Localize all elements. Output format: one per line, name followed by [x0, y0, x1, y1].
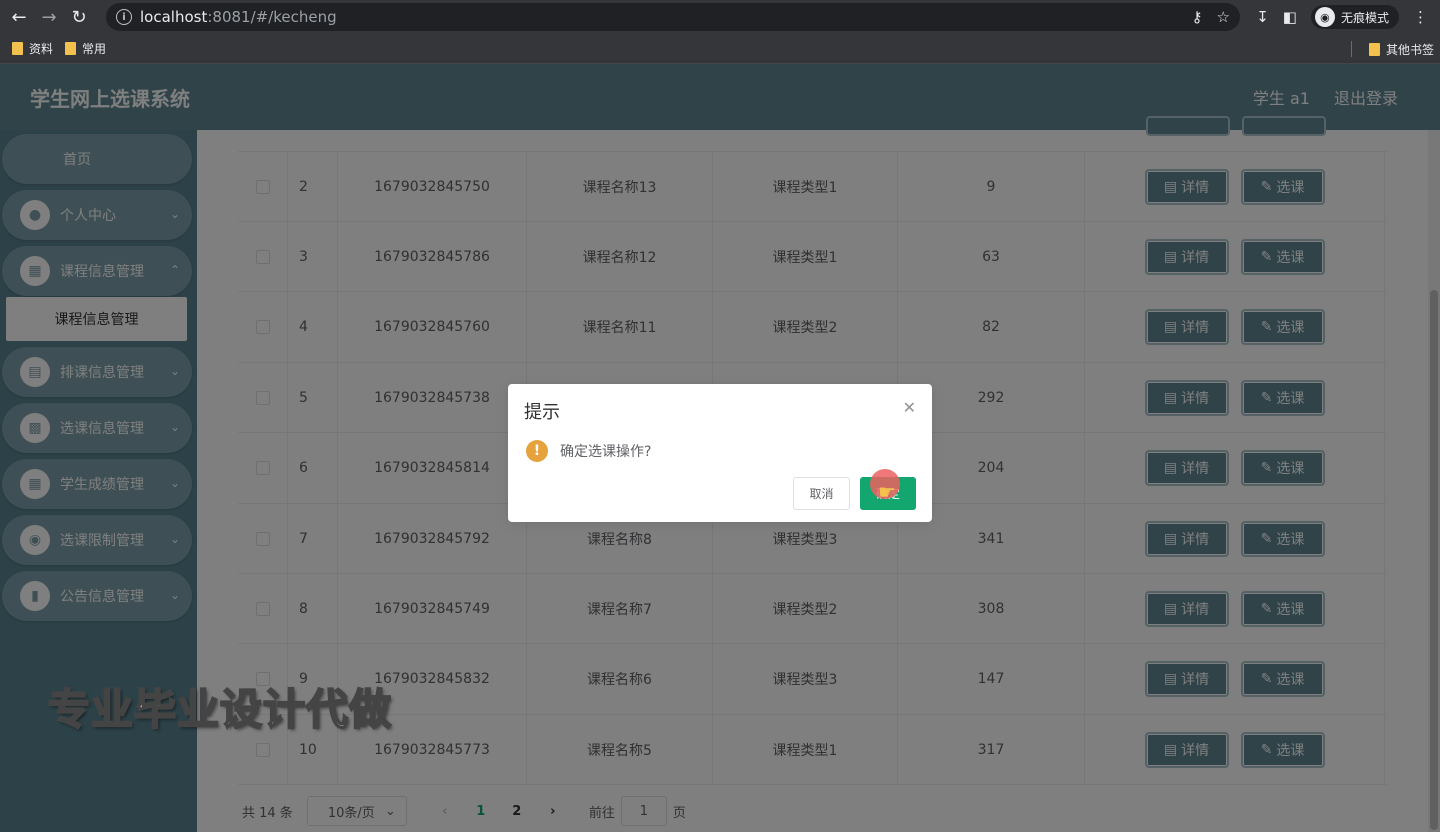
url-host: localhost	[140, 8, 208, 26]
folder-icon	[12, 42, 23, 55]
info-icon[interactable]: i	[116, 9, 132, 25]
other-bookmarks[interactable]: 其他书签	[1368, 34, 1434, 64]
dialog-message: 确定选课操作?	[560, 444, 652, 460]
reload-icon[interactable]: ↻	[64, 2, 94, 32]
cancel-button[interactable]: 取消	[793, 477, 850, 510]
forward-icon[interactable]: →	[34, 2, 64, 32]
menu-icon[interactable]: ⋮	[1413, 8, 1428, 26]
watermark: 专业毕业设计代做	[47, 684, 393, 735]
incognito-icon: ◉	[1314, 7, 1335, 27]
confirm-dialog: 提示 ✕ ! 确定选课操作? 取消 确定	[508, 384, 932, 522]
address-bar[interactable]: i localhost:8081/#/kecheng ⚷ ☆	[106, 3, 1240, 31]
url-path: :8081/#/kecheng	[207, 8, 337, 26]
incognito-badge[interactable]: ◉ 无痕模式	[1310, 5, 1399, 29]
bookmark-divider	[1351, 41, 1352, 57]
hand-cursor-icon: ☛	[878, 480, 896, 504]
bookmark-label: 常用	[82, 42, 107, 56]
folder-icon	[1368, 42, 1380, 56]
folder-icon	[65, 42, 77, 55]
bookmark-label: 资料	[29, 42, 54, 56]
browser-toolbar: ← → ↻ i localhost:8081/#/kecheng ⚷ ☆ ↧ ◧…	[0, 0, 1440, 34]
dialog-title: 提示	[524, 402, 560, 423]
other-bookmarks-label: 其他书签	[1385, 42, 1434, 57]
bookmarks-bar: 资料 常用 其他书签	[0, 34, 1440, 64]
warning-icon: !	[526, 440, 548, 462]
star-icon[interactable]: ☆	[1217, 8, 1230, 26]
back-icon[interactable]: ←	[4, 2, 34, 32]
sidepanel-icon[interactable]: ◧	[1283, 8, 1297, 26]
bookmark-folder[interactable]: 常用	[65, 40, 106, 57]
key-icon[interactable]: ⚷	[1192, 8, 1203, 26]
download-icon[interactable]: ↧	[1256, 8, 1269, 26]
close-icon[interactable]: ✕	[903, 398, 916, 417]
incognito-label: 无痕模式	[1340, 10, 1389, 25]
bookmark-folder[interactable]: 资料	[12, 40, 53, 57]
